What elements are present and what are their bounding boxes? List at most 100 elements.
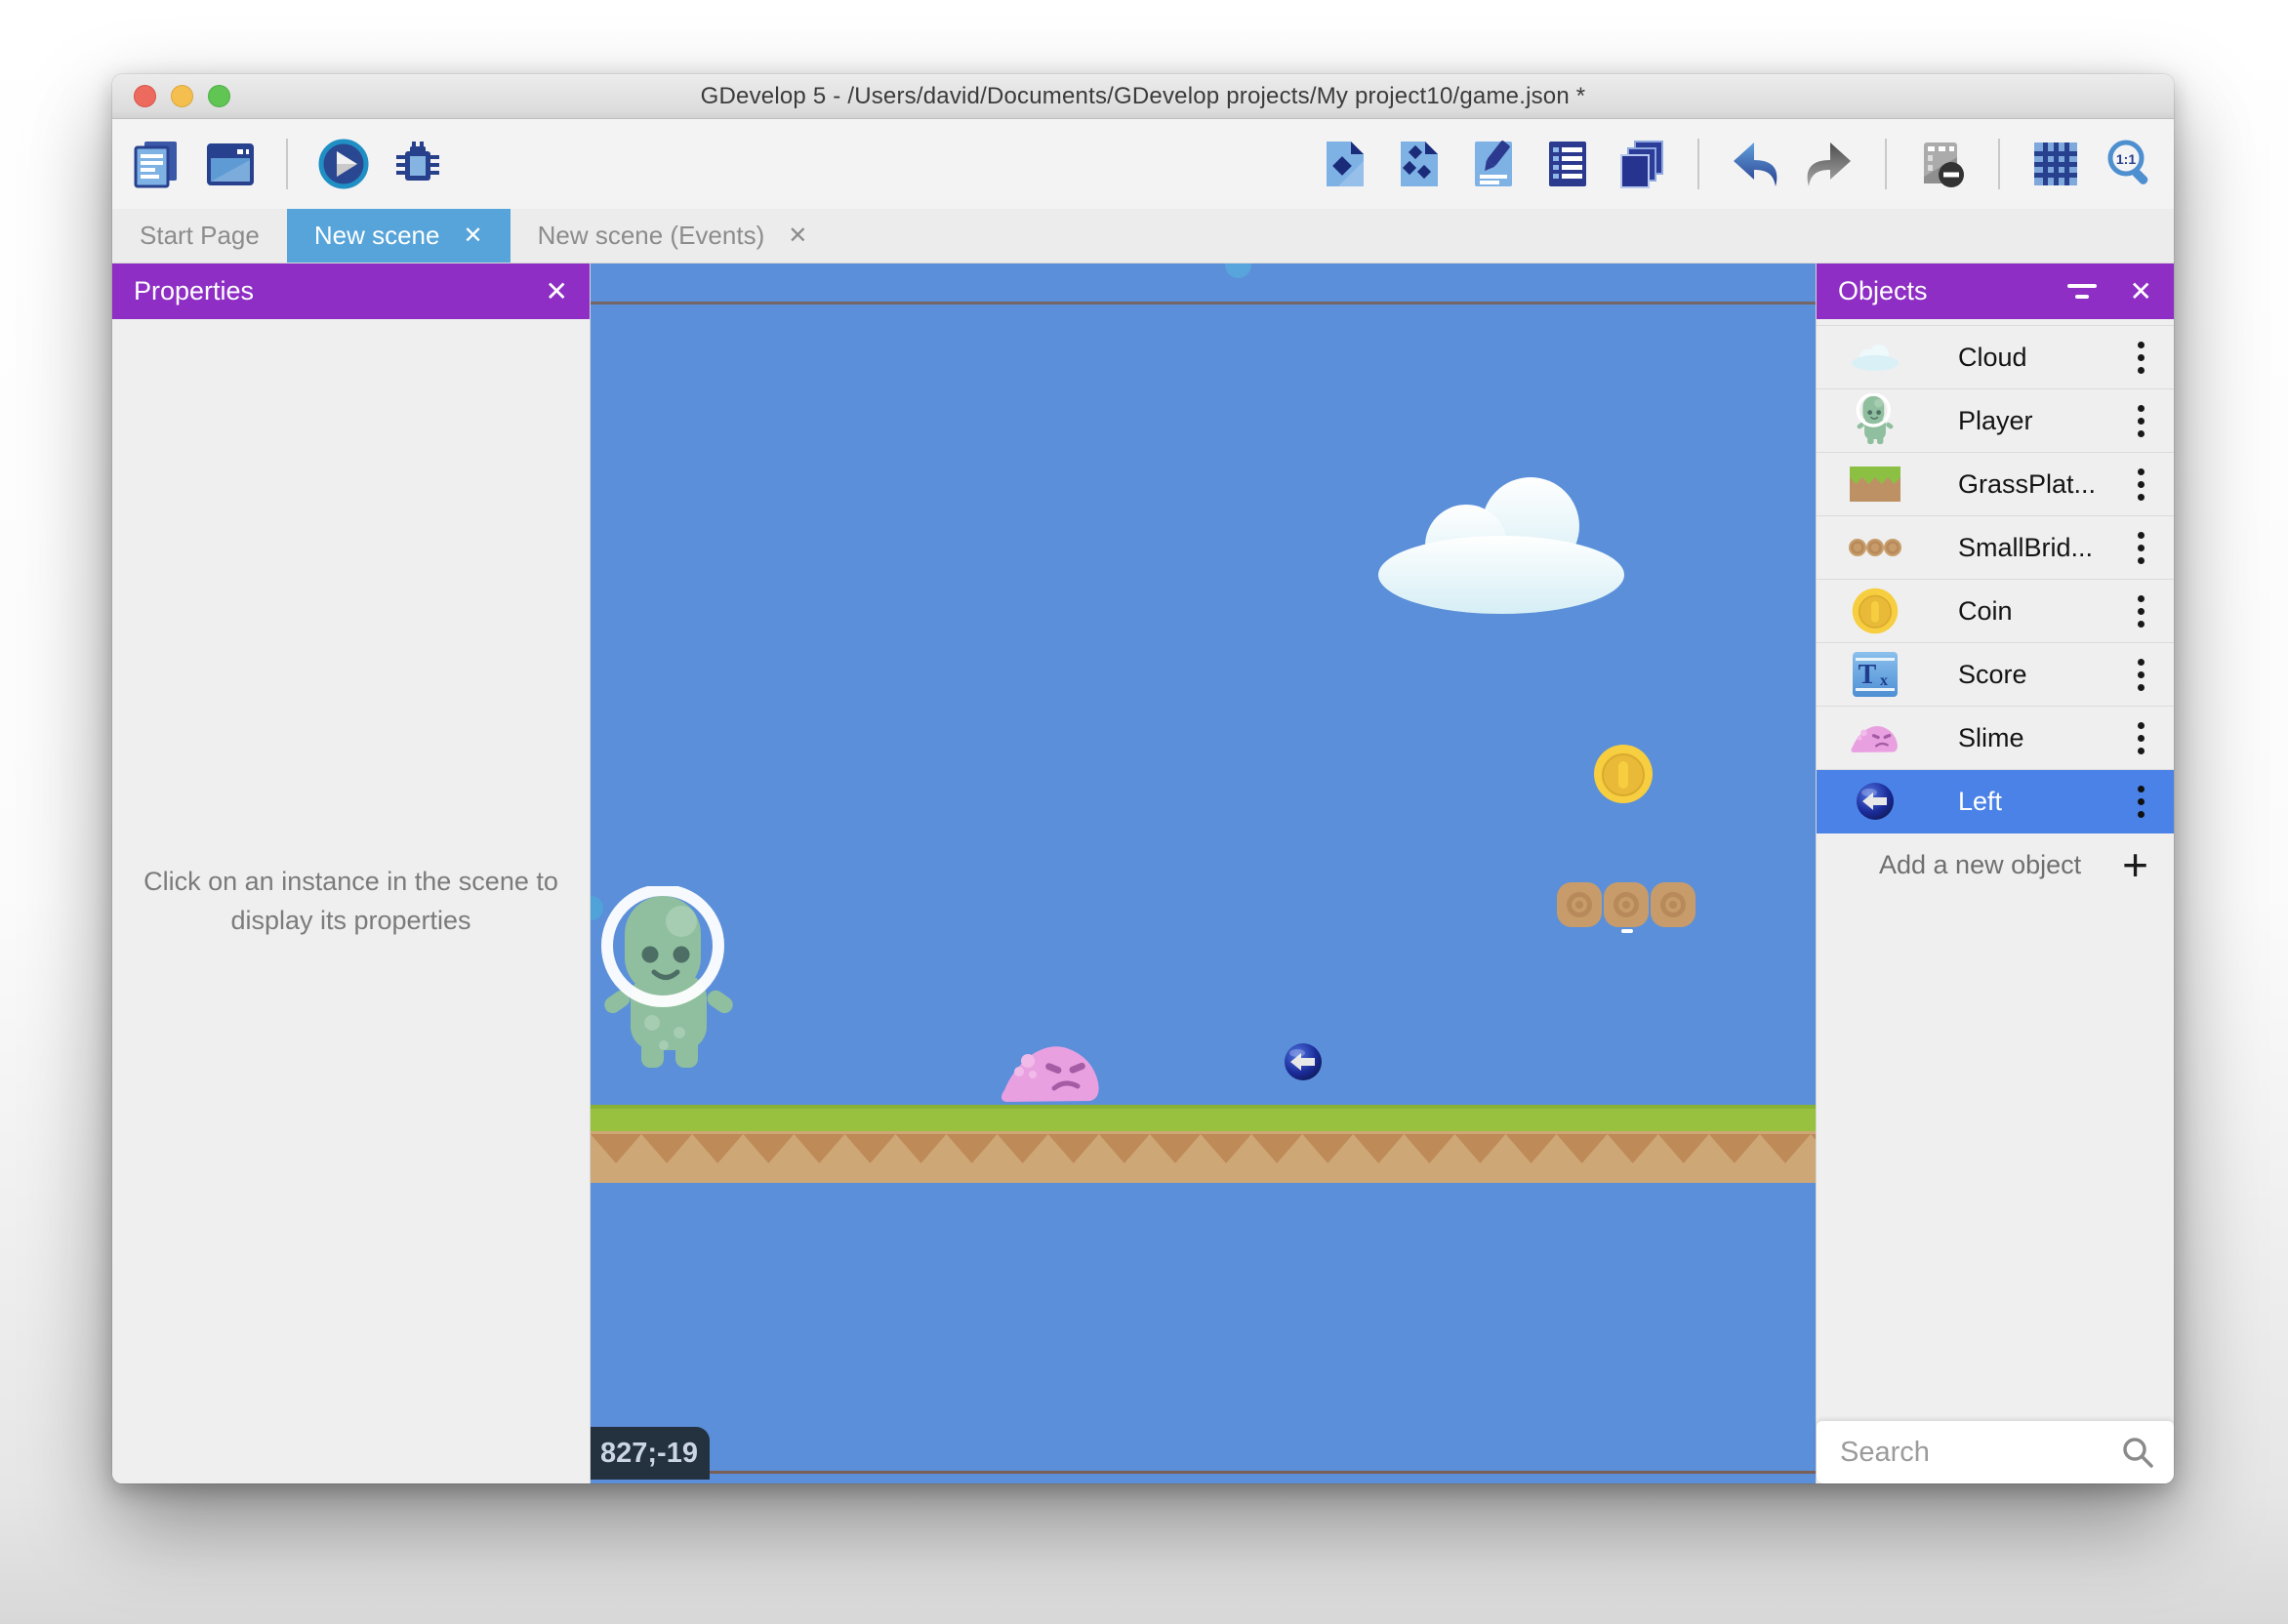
- slime-icon: [1846, 710, 1904, 765]
- object-row-player[interactable]: Player: [1817, 389, 2174, 453]
- properties-edit-icon: [1467, 138, 1520, 190]
- grid-icon: [2029, 138, 2082, 190]
- coin-icon: [1846, 584, 1904, 638]
- open-scene-window-button[interactable]: [202, 136, 259, 192]
- object-menu-button[interactable]: [2134, 528, 2148, 568]
- scene-properties-button[interactable]: [1465, 136, 1522, 192]
- debug-button[interactable]: [389, 136, 446, 192]
- cursor-coordinates-badge: 827;-19: [591, 1427, 710, 1480]
- slime-instance[interactable]: [1001, 1039, 1103, 1103]
- player-icon: [1846, 393, 1904, 448]
- render-options-button[interactable]: [1914, 136, 1971, 192]
- close-tab-icon[interactable]: ✕: [463, 222, 482, 250]
- close-window-button[interactable]: [134, 85, 156, 107]
- toolbar-separator: [1998, 139, 2000, 189]
- object-row-coin[interactable]: Coin: [1817, 580, 2174, 643]
- layers-panel-button[interactable]: [1614, 136, 1670, 192]
- properties-panel-header: Properties ✕: [112, 264, 590, 319]
- zoom-original-button[interactable]: 1:1: [2102, 136, 2158, 192]
- redo-button[interactable]: [1801, 136, 1858, 192]
- object-menu-button[interactable]: [2134, 655, 2148, 695]
- titlebar: GDevelop 5 - /Users/david/Documents/GDev…: [112, 74, 2174, 119]
- left-arrow-sphere-icon: [1846, 774, 1904, 829]
- scene-top-border-line: [591, 302, 1816, 304]
- cursor-coordinates-value: 827;-19: [600, 1438, 698, 1470]
- tab-label: New scene: [314, 221, 440, 251]
- toolbar-left-group: [128, 136, 446, 192]
- small-bridge-instance[interactable]: [1557, 882, 1698, 933]
- objects-search-input[interactable]: [1817, 1437, 2090, 1469]
- events-sheet-button[interactable]: [1539, 136, 1596, 192]
- object-row-left[interactable]: Left: [1817, 770, 2174, 833]
- render-mask-icon: [1916, 138, 1969, 190]
- object-row-cloud[interactable]: Cloud: [1817, 326, 2174, 389]
- project-manager-icon: [130, 138, 183, 190]
- close-properties-icon[interactable]: ✕: [546, 275, 568, 307]
- scene-top-handle-dot: [1225, 264, 1251, 278]
- objects-search: [1817, 1421, 2174, 1483]
- svg-text:1:1: 1:1: [2116, 151, 2136, 167]
- object-menu-button[interactable]: [2134, 718, 2148, 758]
- preview-play-button[interactable]: [315, 136, 372, 192]
- tab-new-scene-events[interactable]: New scene (Events) ✕: [511, 209, 836, 263]
- object-menu-button[interactable]: [2134, 591, 2148, 631]
- properties-panel-title: Properties: [134, 276, 254, 306]
- properties-empty-message: Click on an instance in the scene to dis…: [142, 863, 561, 939]
- zoom-window-button[interactable]: [208, 85, 230, 107]
- grass-platform-instance[interactable]: [591, 1105, 1816, 1183]
- left-button-instance[interactable]: [1284, 1042, 1323, 1081]
- object-menu-button[interactable]: [2134, 782, 2148, 822]
- object-row-smallbridge[interactable]: SmallBrid...: [1817, 516, 2174, 580]
- tab-label: Start Page: [140, 221, 260, 251]
- objects-panel: Objects ✕ Cloud: [1816, 264, 2174, 1483]
- tab-start-page[interactable]: Start Page: [112, 209, 287, 263]
- tab-label: New scene (Events): [538, 221, 765, 251]
- instances-icon: [1393, 138, 1446, 190]
- scene-window-icon: [204, 138, 257, 190]
- instances-list-button[interactable]: [1391, 136, 1448, 192]
- object-name: Coin: [1958, 596, 2013, 627]
- object-menu-button[interactable]: [2134, 338, 2148, 378]
- toolbar-separator: [286, 139, 288, 189]
- tab-bar: Start Page New scene ✕ New scene (Events…: [112, 209, 2174, 264]
- object-menu-button[interactable]: [2134, 465, 2148, 505]
- objects-panel-header: Objects ✕: [1817, 264, 2174, 319]
- object-name: Player: [1958, 406, 2033, 436]
- player-instance[interactable]: [595, 886, 742, 1081]
- undo-button[interactable]: [1727, 136, 1783, 192]
- small-bridge-icon: [1846, 520, 1904, 575]
- bug-icon: [391, 138, 444, 190]
- tab-new-scene[interactable]: New scene ✕: [287, 209, 511, 263]
- svg-text:T: T: [1859, 660, 1877, 690]
- coin-instance[interactable]: [1593, 744, 1654, 804]
- object-row-score[interactable]: T x Score: [1817, 643, 2174, 707]
- scene-bottom-border-line: [591, 1471, 1816, 1474]
- scene-canvas[interactable]: 827;-19: [591, 264, 1816, 1483]
- minimize-window-button[interactable]: [171, 85, 193, 107]
- objects-list: Cloud: [1817, 325, 2174, 896]
- close-tab-icon[interactable]: ✕: [788, 222, 807, 250]
- plus-icon: +: [2122, 842, 2148, 887]
- object-row-slime[interactable]: Slime: [1817, 707, 2174, 770]
- undo-icon: [1729, 138, 1781, 190]
- cloud-instance[interactable]: [1376, 475, 1626, 617]
- close-objects-icon[interactable]: ✕: [2130, 275, 2152, 307]
- object-row-grassplatform[interactable]: GrassPlat...: [1817, 453, 2174, 516]
- project-manager-button[interactable]: [128, 136, 184, 192]
- gdevelop-window: GDevelop 5 - /Users/david/Documents/GDev…: [112, 74, 2174, 1483]
- grass-platform-icon: [1846, 457, 1904, 511]
- filter-objects-button[interactable]: [2067, 284, 2097, 299]
- window-title: GDevelop 5 - /Users/david/Documents/GDev…: [701, 83, 1586, 110]
- objects-panel-button[interactable]: [1317, 136, 1373, 192]
- object-name: Slime: [1958, 723, 2024, 753]
- svg-text:x: x: [1880, 672, 1888, 689]
- grid-button[interactable]: [2027, 136, 2084, 192]
- object-menu-button[interactable]: [2134, 401, 2148, 441]
- object-name: SmallBrid...: [1958, 533, 2093, 563]
- text-object-icon: T x: [1846, 647, 1904, 702]
- add-new-object-button[interactable]: Add a new object +: [1817, 833, 2174, 896]
- toolbar-right-group: 1:1: [1317, 136, 2158, 192]
- object-name: Score: [1958, 660, 2027, 690]
- objects-panel-title: Objects: [1838, 276, 1928, 306]
- properties-panel: Properties ✕ Click on an instance in the…: [112, 264, 591, 1483]
